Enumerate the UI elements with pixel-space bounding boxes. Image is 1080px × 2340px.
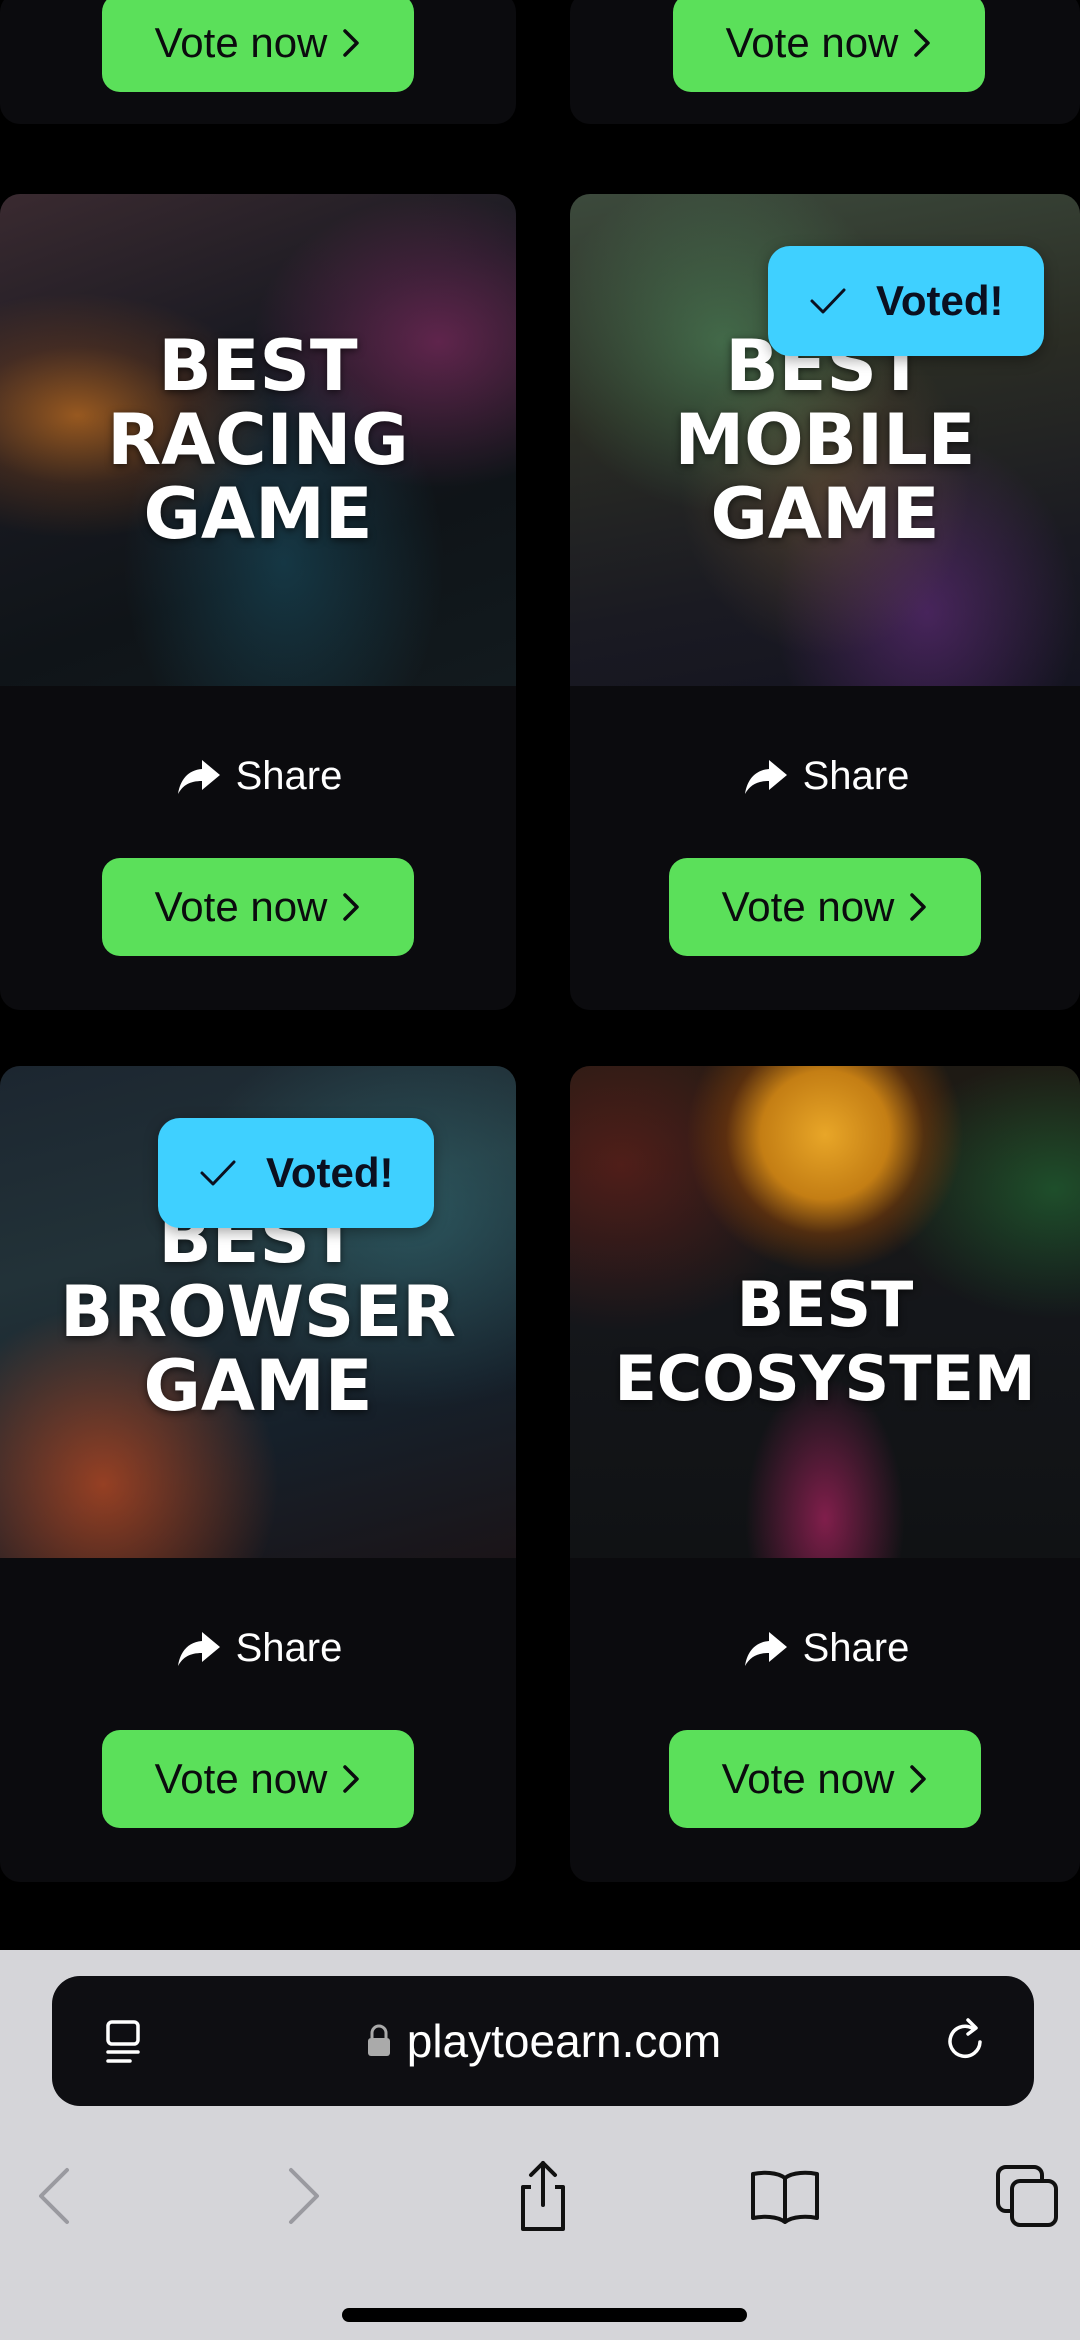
vote-now-button[interactable]: Vote now [673, 0, 985, 92]
category-card-browser: BEST BROWSER GAME Voted! Share Vote now [0, 1066, 516, 1882]
category-card-racing: BEST RACING GAME Share Vote now [0, 194, 516, 1010]
share-label: Share [235, 1626, 343, 1670]
share-label: Share [235, 754, 343, 798]
category-card: Vote now [570, 0, 1080, 124]
vote-now-label: Vote now [721, 1755, 895, 1802]
vote-now-button[interactable]: Vote now [102, 0, 414, 92]
vote-now-label: Vote now [721, 883, 895, 930]
share-arrow-icon [744, 759, 787, 794]
share-button[interactable]: Share [570, 754, 1080, 799]
share-arrow-icon [744, 1631, 787, 1666]
tabs-icon [996, 2165, 1058, 2227]
share-sheet-button[interactable] [498, 2146, 588, 2246]
forward-button[interactable] [258, 2146, 348, 2246]
browser-chrome: playtoearn.com [0, 1950, 1080, 2340]
vote-now-button[interactable]: Vote now [669, 858, 981, 956]
chevron-right-icon [910, 1765, 927, 1793]
chevron-right-icon [343, 1765, 360, 1793]
voted-badge: Voted! [158, 1118, 434, 1228]
share-label: Share [802, 1626, 910, 1670]
share-button[interactable]: Share [0, 1626, 516, 1671]
address-bar[interactable]: playtoearn.com [52, 1976, 1034, 2106]
url-text: playtoearn.com [406, 2015, 722, 2067]
share-arrow-icon [177, 759, 220, 794]
home-indicator [342, 2308, 747, 2322]
bookmarks-icon [751, 2170, 819, 2224]
check-icon [810, 288, 846, 314]
chevron-right-icon [914, 29, 931, 57]
vote-now-label: Vote now [725, 19, 899, 66]
back-arrow-icon [39, 2168, 69, 2224]
share-button[interactable]: Share [570, 1626, 1080, 1671]
url-display[interactable]: playtoearn.com [365, 2014, 722, 2068]
chevron-right-icon [343, 893, 360, 921]
back-button[interactable] [10, 2146, 100, 2246]
card-title: BEST BROWSER GAME [59, 1197, 457, 1427]
share-label: Share [802, 754, 910, 798]
share-arrow-icon [177, 1631, 220, 1666]
share-sheet-icon [521, 2161, 565, 2231]
vote-now-button[interactable]: Vote now [669, 1730, 981, 1828]
lock-icon [367, 2024, 390, 2056]
browser-toolbar [0, 2146, 1080, 2256]
vote-now-label: Vote now [154, 1755, 328, 1802]
ecosystem-artwork: BEST ECOSYSTEM [570, 1066, 1080, 1558]
chevron-right-icon [910, 893, 927, 921]
racing-game-artwork: BEST RACING GAME [0, 194, 516, 686]
share-button[interactable]: Share [0, 754, 516, 799]
vote-now-button[interactable]: Vote now [102, 1730, 414, 1828]
category-card: Vote now [0, 0, 516, 124]
vote-now-label: Vote now [154, 19, 328, 66]
vote-now-button[interactable]: Vote now [102, 858, 414, 956]
chevron-right-icon [343, 29, 360, 57]
tabs-button[interactable] [982, 2146, 1072, 2246]
page-viewport: Vote now Vote now BEST RACING GAME Share… [0, 0, 1080, 1950]
card-title: BEST ECOSYSTEM [614, 1267, 1036, 1415]
vote-now-label: Vote now [154, 883, 328, 930]
voted-badge: Voted! [768, 246, 1044, 356]
check-icon [200, 1160, 236, 1186]
voted-label: Voted! [266, 1149, 394, 1196]
bookmarks-button[interactable] [740, 2146, 830, 2246]
reload-icon[interactable] [938, 2012, 994, 2068]
card-title: BEST RACING GAME [107, 325, 409, 555]
category-card-ecosystem: BEST ECOSYSTEM Share Vote now [570, 1066, 1080, 1882]
card-title: BEST MOBILE GAME [674, 325, 976, 555]
voted-label: Voted! [876, 277, 1004, 324]
category-card-mobile: BEST MOBILE GAME Voted! Share Vote now [570, 194, 1080, 1010]
reader-mode-icon[interactable] [98, 2014, 154, 2070]
forward-arrow-icon [289, 2168, 319, 2224]
